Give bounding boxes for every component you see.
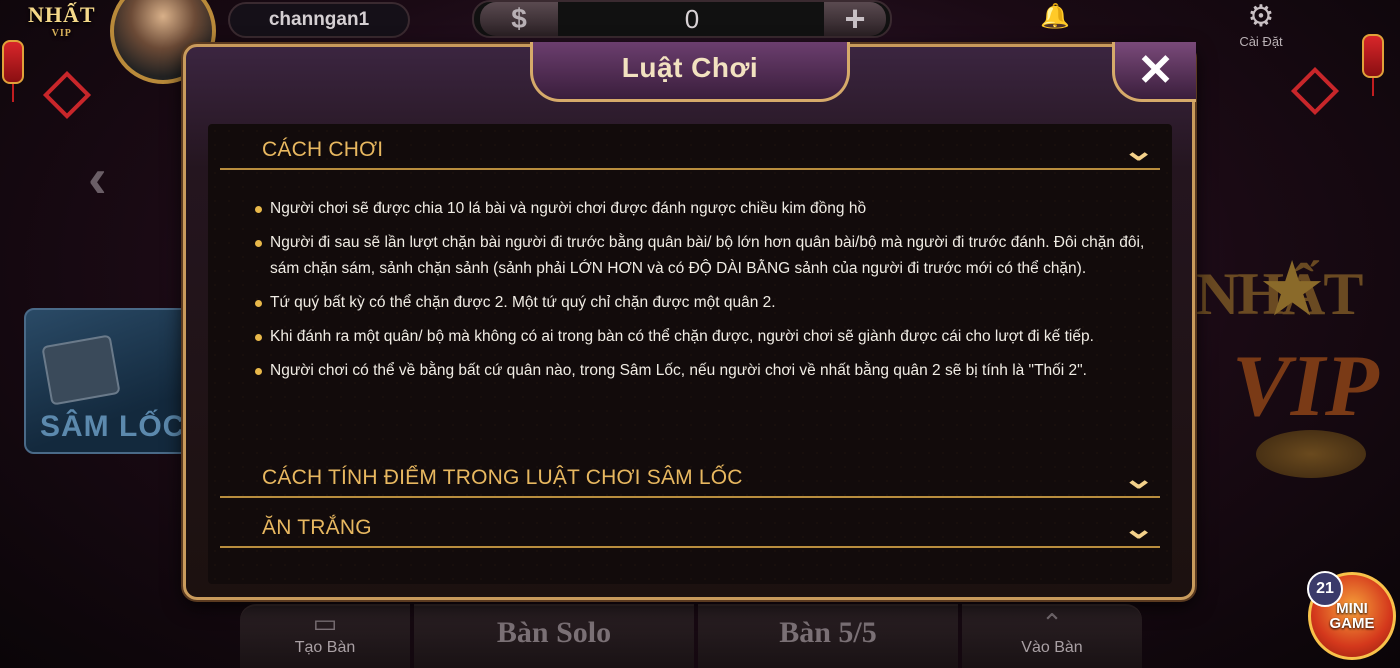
mini-game-button[interactable]: 21 MINI GAME [1307, 571, 1396, 660]
game-card-sam-loc[interactable]: SÂM LỐC [24, 308, 194, 454]
balance-box: $ 0 + [472, 0, 892, 39]
join-table-label: Vào Bàn [1021, 639, 1083, 656]
chevron-down-icon: ⌄ [1121, 463, 1155, 494]
mini-game-label-2: GAME [1329, 615, 1375, 632]
playing-cards-icon [41, 334, 121, 406]
create-table-button[interactable]: ▭ Tạo Bàn [240, 604, 410, 668]
star-icon: ★ [1258, 247, 1327, 332]
join-icon: ⌃ [1041, 608, 1063, 638]
section-header-how-to-play[interactable]: CÁCH CHƠI ⌄ [220, 130, 1160, 170]
settings-label: Cài Đặt [1239, 34, 1283, 49]
join-table-button[interactable]: ⌃ Vào Bàn [962, 604, 1142, 668]
dollar-icon: $ [480, 2, 558, 36]
username-display: channgan1 [228, 2, 410, 38]
logo-subtext: VIP [51, 28, 72, 39]
modal-title: Luật Chơi [621, 52, 759, 83]
create-table-label: Tạo Bàn [294, 639, 356, 656]
chevron-down-icon: ⌄ [1121, 135, 1155, 166]
balance-amount: 0 [684, 3, 700, 34]
list-item: Người chơi có thể về bằng bất cứ quân nà… [252, 358, 1164, 384]
lantern-decoration [1362, 34, 1384, 96]
knot-decoration [1290, 66, 1340, 116]
section-label: ĂN TRẮNG [262, 516, 372, 539]
section-label: CÁCH CHƠI [262, 138, 384, 161]
knot-decoration [42, 70, 92, 120]
rules-list: Người chơi sẽ được chia 10 lá bài và ngư… [252, 196, 1164, 392]
settings-button[interactable]: ⚙ Cài Đặt [1226, 0, 1296, 49]
list-item: Tứ quý bất kỳ có thể chặn được 2. Một tứ… [252, 290, 1164, 316]
lantern-decoration [2, 40, 24, 102]
game-card-title: SÂM LỐC [40, 410, 186, 443]
notification-bell-icon[interactable]: 🔔 [1040, 2, 1070, 31]
gear-icon: ⚙ [1247, 0, 1275, 33]
close-icon: ✕ [1137, 46, 1174, 95]
table-icon: ▭ [312, 608, 338, 638]
table-5-label: Bàn 5/5 [779, 616, 877, 649]
brand-logo-bottom: VIP [1232, 338, 1379, 435]
notification-badge: 21 [1307, 571, 1343, 607]
coin-icon [1256, 430, 1366, 478]
brand-logo-large: NHẤT ★ VIP [1196, 240, 1386, 500]
list-item: Người chơi sẽ được chia 10 lá bài và ngư… [252, 196, 1164, 222]
section-label: CÁCH TÍNH ĐIỂM TRONG LUẬT CHƠI SÂM LỐC [262, 466, 743, 489]
nhat-vip-logo: NHẤT VIP [28, 2, 96, 39]
logo-text: NHẤT [28, 2, 96, 27]
list-item: Khi đánh ra một quân/ bộ mà không có ai … [252, 324, 1164, 350]
section-header-an-trang[interactable]: ĂN TRẮNG ⌄ [220, 508, 1160, 548]
list-item: Người đi sau sẽ lần lượt chặn bài người … [252, 230, 1164, 282]
close-button[interactable]: ✕ [1112, 42, 1196, 102]
solo-table-label: Bàn Solo [496, 616, 612, 649]
section-header-scoring[interactable]: CÁCH TÍNH ĐIỂM TRONG LUẬT CHƠI SÂM LỐC ⌄ [220, 458, 1160, 498]
scroll-left-arrow-icon[interactable]: ‹ [88, 145, 107, 210]
solo-table-button[interactable]: Bàn Solo [414, 604, 694, 668]
chevron-down-icon: ⌄ [1121, 513, 1155, 544]
add-funds-button[interactable]: + [824, 0, 886, 39]
table-5-button[interactable]: Bàn 5/5 [698, 604, 958, 668]
